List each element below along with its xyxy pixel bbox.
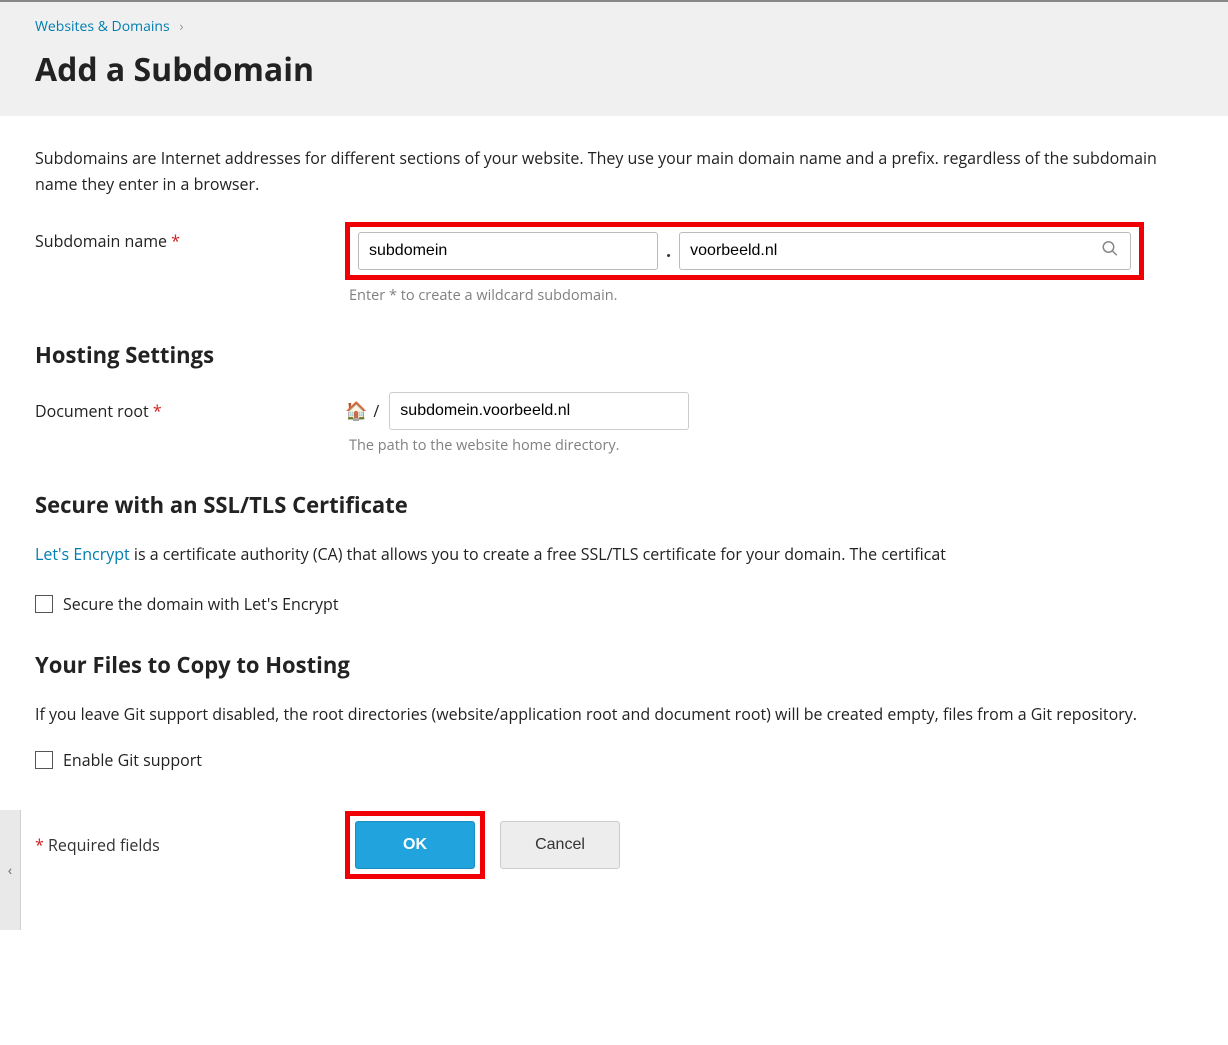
required-asterisk: * — [153, 400, 162, 422]
lets-encrypt-link[interactable]: Let's Encrypt — [35, 543, 130, 565]
subdomain-name-row: Subdomain name * . Enter * to create a w… — [35, 222, 1193, 305]
content-area: Subdomains are Internet addresses for di… — [0, 116, 1228, 919]
breadcrumb: Websites & Domains › — [35, 17, 1193, 36]
dot-separator: . — [664, 239, 673, 263]
sidebar-collapse-toggle[interactable]: ‹ — [0, 810, 21, 930]
secure-domain-label: Secure the domain with Let's Encrypt — [63, 593, 339, 615]
footer-row: * Required fields OK Cancel — [35, 811, 1193, 879]
enable-git-label: Enable Git support — [63, 749, 202, 771]
ok-button[interactable]: OK — [355, 821, 475, 869]
cancel-button[interactable]: Cancel — [500, 821, 620, 869]
ok-highlight-box: OK — [345, 811, 485, 879]
document-root-row: Document root * 🏠 / The path to the webs… — [35, 392, 1193, 455]
slash-separator: / — [373, 400, 379, 422]
header-area: Websites & Domains › Add a Subdomain — [0, 0, 1228, 116]
document-root-label: Document root * — [35, 392, 345, 422]
files-description: If you leave Git support disabled, the r… — [35, 702, 1193, 728]
required-asterisk: * — [171, 230, 180, 252]
docroot-prefix: 🏠 / — [345, 392, 689, 430]
secure-domain-checkbox[interactable] — [35, 595, 53, 613]
files-heading: Your Files to Copy to Hosting — [35, 650, 1193, 680]
parent-domain-input[interactable] — [679, 232, 1131, 270]
docroot-hint: The path to the website home directory. — [349, 436, 1193, 455]
chevron-left-icon: ‹ — [8, 861, 12, 880]
button-group: OK Cancel — [345, 811, 620, 879]
chevron-right-icon: › — [179, 17, 183, 36]
ssl-checkbox-row[interactable]: Secure the domain with Let's Encrypt — [35, 593, 1193, 615]
document-root-input[interactable] — [389, 392, 689, 430]
page-title: Add a Subdomain — [35, 48, 1193, 91]
home-icon: 🏠 — [345, 399, 367, 423]
hosting-settings-heading: Hosting Settings — [35, 340, 1193, 370]
intro-text: Subdomains are Internet addresses for di… — [35, 146, 1193, 197]
enable-git-checkbox[interactable] — [35, 751, 53, 769]
git-checkbox-row[interactable]: Enable Git support — [35, 749, 1193, 771]
subdomain-hint: Enter * to create a wildcard subdomain. — [349, 286, 1193, 305]
required-fields-note: * Required fields — [35, 834, 345, 856]
ssl-heading: Secure with an SSL/TLS Certificate — [35, 490, 1193, 520]
ssl-description: Let's Encrypt is a certificate authority… — [35, 542, 1193, 568]
subdomain-name-label: Subdomain name * — [35, 222, 345, 252]
subdomain-name-input[interactable] — [358, 232, 658, 270]
breadcrumb-link-websites-domains[interactable]: Websites & Domains — [35, 17, 170, 36]
subdomain-highlight-box: . — [345, 222, 1144, 280]
search-icon[interactable] — [1101, 240, 1119, 263]
